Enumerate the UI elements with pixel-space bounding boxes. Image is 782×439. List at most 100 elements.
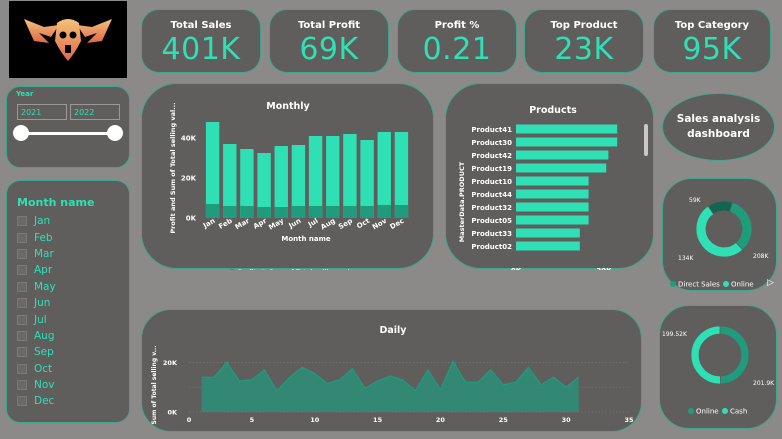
legend-label: Online	[696, 408, 719, 416]
sales-channel-donut: 59K 134K 208K Direct Sales Online	[670, 197, 769, 289]
data-label: 208K	[753, 253, 769, 260]
kpi-label: Top Category	[674, 20, 750, 31]
bar-profit	[360, 206, 374, 218]
bar-profit	[257, 207, 271, 218]
bar-profit	[308, 206, 323, 218]
products-scrollbar[interactable]	[644, 124, 648, 156]
legend-label: Cash	[730, 408, 747, 416]
month-item-jun[interactable]: Jun	[17, 295, 129, 311]
products-chart-card: Products MasterData.PRODUCT Product41 Produ…	[445, 83, 654, 270]
y-tick-label: 20K	[181, 175, 197, 183]
checkbox-icon[interactable]	[17, 248, 27, 259]
logo	[9, 1, 127, 78]
data-label: 59K	[689, 197, 702, 204]
bar-product	[516, 228, 580, 238]
month-item-label: Oct	[34, 362, 53, 375]
chart-title: Monthly	[266, 101, 310, 112]
payment-donut-card: 199.52K 201.9K Online Cash	[659, 305, 777, 429]
kpi-value: 23K	[554, 32, 614, 67]
checkbox-icon[interactable]	[17, 396, 27, 407]
y-tick-label: Product10	[471, 178, 512, 186]
bar-product	[516, 241, 580, 251]
bar-product	[516, 189, 589, 199]
month-item-may[interactable]: May	[17, 279, 129, 295]
x-tick-label: Jun	[287, 217, 303, 231]
month-item-label: Dec	[34, 395, 55, 408]
month-item-apr[interactable]: Apr	[17, 262, 129, 278]
year-slider-end-handle[interactable]	[107, 125, 123, 141]
y-tick-label: Product44	[471, 191, 512, 199]
monthly-chart-card: Monthly Profit and Sum of Total selling v…	[141, 83, 434, 271]
legend-dot-online	[688, 408, 694, 414]
month-item-mar[interactable]: Mar	[17, 246, 129, 262]
bar-profit	[274, 207, 288, 218]
daily-chart: Daily Sum of Total selling v... 0K 20K 0 5 10 1…	[151, 325, 634, 424]
bar-product	[516, 163, 607, 173]
kpi-top-category: Top Category 95K	[653, 9, 771, 73]
x-tick-label: 20K	[596, 267, 612, 270]
data-label: 134K	[678, 255, 694, 262]
logo-skull-wings-icon	[24, 19, 112, 61]
x-tick-label: 20	[436, 416, 446, 424]
checkbox-icon[interactable]	[17, 330, 27, 341]
next-page-icon[interactable]: ▷	[767, 278, 774, 288]
year-slider-start-handle[interactable]	[13, 125, 29, 141]
y-tick-label: 40K	[181, 135, 197, 143]
month-item-label: Jun	[34, 297, 51, 310]
bar-profit	[377, 205, 391, 218]
legend-label: Profit	[238, 269, 257, 271]
checkbox-icon[interactable]	[17, 380, 27, 391]
x-tick-label: 0	[187, 416, 192, 424]
year-to-input[interactable]: 2022	[70, 104, 120, 120]
month-item-dec[interactable]: Dec	[17, 393, 129, 409]
bar-profit	[326, 206, 340, 218]
y-tick-label: Product05	[471, 217, 512, 225]
dashboard-title-card: Sales analysis dashboard	[662, 93, 775, 161]
month-item-jan[interactable]: Jan	[17, 213, 129, 229]
month-item-sep[interactable]: Sep	[17, 344, 129, 360]
year-slider-track	[21, 132, 115, 135]
y-tick-label: 20K	[163, 359, 178, 367]
bar-product	[516, 150, 609, 160]
legend-dot-online	[723, 281, 729, 287]
x-tick-label: 10	[310, 416, 320, 424]
chart-title: Products	[529, 105, 577, 116]
bar-total-selling	[308, 136, 323, 218]
legend-dot-cash	[722, 408, 728, 414]
month-item-oct[interactable]: Oct	[17, 361, 129, 377]
checkbox-icon[interactable]	[17, 363, 27, 374]
x-tick-label: Apr	[252, 217, 268, 231]
bar-total-selling	[343, 134, 357, 218]
bar-product	[516, 176, 589, 186]
month-item-nov[interactable]: Nov	[17, 377, 129, 393]
donut-slice	[719, 325, 750, 385]
x-tick-label: May	[267, 217, 285, 232]
y-tick-label: Product02	[471, 243, 512, 251]
checkbox-icon[interactable]	[17, 347, 27, 358]
kpi-value: 95K	[682, 32, 742, 67]
checkbox-icon[interactable]	[17, 216, 27, 227]
checkbox-icon[interactable]	[17, 281, 27, 292]
x-tick-label: 5	[250, 416, 255, 424]
checkbox-icon[interactable]	[17, 298, 27, 309]
legend-dot-profit	[229, 269, 235, 270]
month-item-feb[interactable]: Feb	[17, 229, 129, 245]
bar-total-selling	[205, 122, 220, 218]
kpi-top-product: Top Product 23K	[524, 9, 644, 73]
year-from-input[interactable]: 2021	[17, 104, 67, 120]
bar-product	[516, 124, 618, 134]
month-item-label: Jan	[34, 215, 51, 228]
month-item-aug[interactable]: Aug	[17, 328, 129, 344]
month-item-label: Mar	[34, 247, 54, 260]
checkbox-icon[interactable]	[17, 314, 27, 325]
donut-slice	[729, 201, 753, 251]
kpi-value: 0.21	[422, 32, 492, 67]
month-item-label: Feb	[34, 231, 53, 244]
month-item-label: Apr	[34, 264, 53, 277]
month-item-jul[interactable]: Jul	[17, 311, 129, 327]
area-fill	[201, 361, 579, 412]
x-tick-label: Jul	[306, 217, 320, 229]
checkbox-icon[interactable]	[17, 265, 27, 276]
y-axis-label: Profit and Sum of Total selling val...	[169, 102, 177, 233]
checkbox-icon[interactable]	[17, 232, 27, 243]
